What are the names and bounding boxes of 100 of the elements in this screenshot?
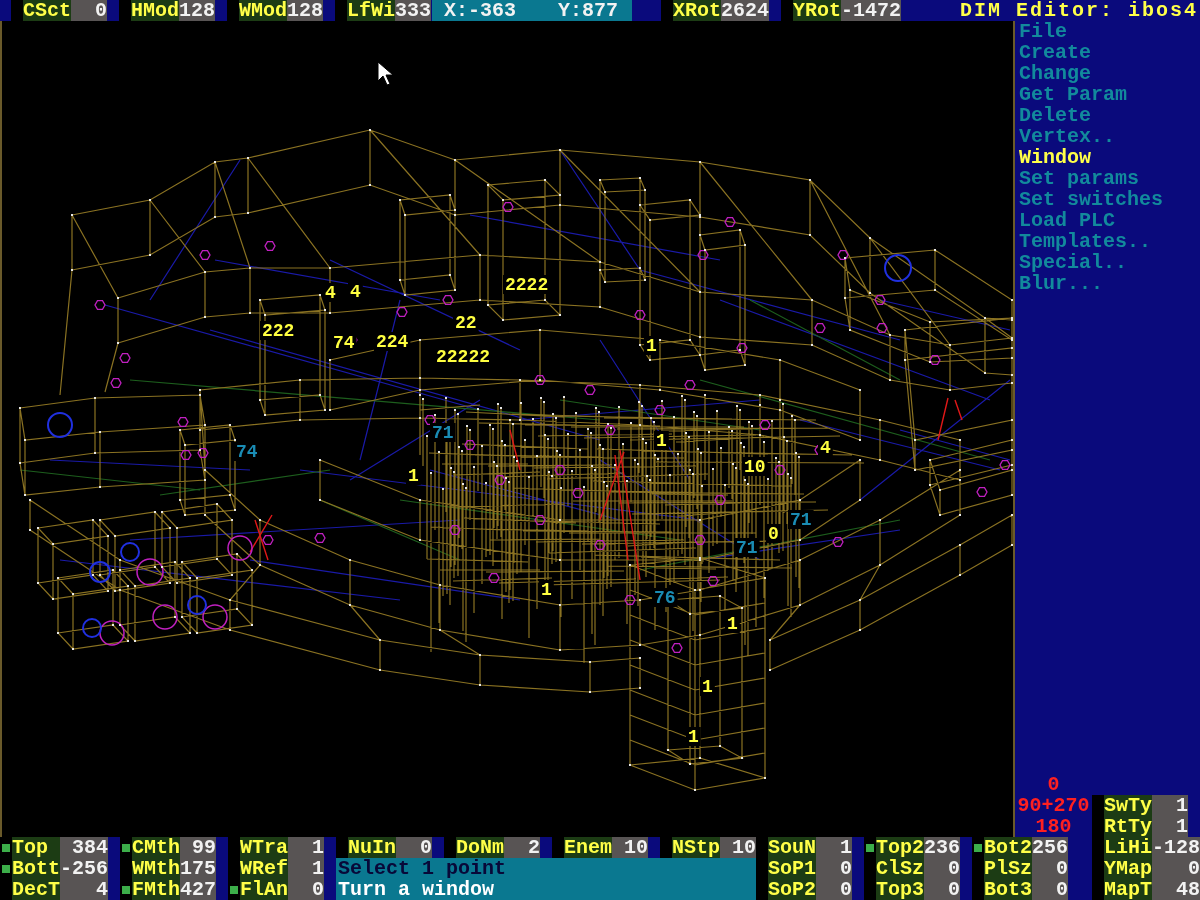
stat-value: 0 <box>1152 858 1200 879</box>
heading-label: 0 <box>1047 774 1060 795</box>
stat-label: YMap <box>1104 858 1152 879</box>
stat-label: CSct <box>23 0 71 21</box>
stat-value: 1 <box>1152 795 1188 816</box>
stat-label: LfWi <box>347 0 395 21</box>
stat-value: 0 <box>816 858 852 879</box>
cursor-icon <box>377 61 394 86</box>
sector-tag: 0 <box>768 524 779 544</box>
stat-label: WRef <box>240 858 288 879</box>
stat-label: FMth <box>132 879 180 900</box>
sector-tag: 71 <box>736 538 758 558</box>
stat-value: 427 <box>180 879 216 900</box>
stat-value: 0 <box>924 879 960 900</box>
menu-item[interactable]: Set params <box>1019 168 1140 189</box>
stat-value: 10 <box>720 837 756 858</box>
stat-value: 128 <box>287 0 323 21</box>
sector-tag: 1 <box>702 677 713 697</box>
stat-label: Bot2 <box>984 837 1032 858</box>
sector-tag: 71 <box>432 423 454 443</box>
stat-value: 0 <box>1032 879 1068 900</box>
menu-item[interactable]: File <box>1019 21 1067 42</box>
stat-label: CMth <box>132 837 180 858</box>
menu-item[interactable]: Vertex.. <box>1019 126 1115 147</box>
command-text: Turn a window <box>338 879 495 900</box>
stat-value: 333 <box>395 0 431 21</box>
menu-item[interactable]: Create <box>1019 42 1091 63</box>
stat-label: FlAn <box>240 879 288 900</box>
menu-item[interactable]: Set switches <box>1019 189 1164 210</box>
sector-tag: 10 <box>744 457 766 477</box>
stat-label: SoP2 <box>768 879 816 900</box>
x-coordinate: X:-363 <box>444 0 516 21</box>
stat-value: 48 <box>1152 879 1200 900</box>
stat-value: 175 <box>180 858 216 879</box>
sector-tag: 71 <box>790 510 812 530</box>
stat-value: 1 <box>288 858 324 879</box>
menu-item[interactable]: Get Param <box>1019 84 1128 105</box>
3d-viewport[interactable]: 4 4 2222 222 74 224 22 22222 1 1 1 10 4 0 1 1 1 1 74 71 71 71 76 <box>0 21 1015 837</box>
menu-item[interactable]: Delete <box>1019 105 1091 126</box>
stat-value: 1 <box>288 837 324 858</box>
stat-value: -128 <box>1152 837 1200 858</box>
sector-tag: 74 <box>236 442 258 462</box>
stat-label: SouN <box>768 837 816 858</box>
stat-value: 0 <box>924 858 960 879</box>
sector-tag: 224 <box>376 332 409 352</box>
sector-tag: 1 <box>688 727 699 747</box>
stat-label: SwTy <box>1104 795 1152 816</box>
stat-label: Top2 <box>876 837 924 858</box>
stat-value: 2 <box>504 837 540 858</box>
stat-value: 2624 <box>721 0 769 21</box>
sector-tag: 4 <box>350 282 361 302</box>
sector-tag: 4 <box>325 283 336 303</box>
stat-label: XRot <box>673 0 721 21</box>
heading-label: 90+270 <box>1017 795 1090 816</box>
stat-label: NStp <box>672 837 720 858</box>
stat-label: DoNm <box>456 837 504 858</box>
sector-tag: 22 <box>455 313 477 333</box>
stat-value: 256 <box>1032 837 1068 858</box>
stat-value: 128 <box>179 0 215 21</box>
menu-item[interactable]: Window <box>1019 147 1091 168</box>
stat-label: ClSz <box>876 858 924 879</box>
stat-label: NuIn <box>348 837 396 858</box>
stat-label: Enem <box>564 837 612 858</box>
stat-label: SoP1 <box>768 858 816 879</box>
sector-tag: 4 <box>820 438 831 458</box>
menu-item[interactable]: Blur... <box>1019 273 1103 294</box>
menu-item[interactable]: Load PLC <box>1019 210 1115 231</box>
editor-title: DIM Editor: ibos4 <box>959 0 1199 21</box>
sector-tag: 222 <box>262 321 295 341</box>
stat-value: 0 <box>71 0 107 21</box>
heading-label: 180 <box>1035 816 1072 837</box>
menu-item[interactable]: Templates.. <box>1019 231 1152 252</box>
stat-label: MapT <box>1104 879 1152 900</box>
stat-value: 4 <box>60 879 108 900</box>
sector-tag: 2222 <box>505 275 549 295</box>
stat-label: Bot3 <box>984 879 1032 900</box>
menu-item[interactable]: Special.. <box>1019 252 1128 273</box>
sector-tag: 22222 <box>436 347 490 367</box>
sector-tag: 1 <box>727 614 738 634</box>
stat-label: YRot <box>793 0 841 21</box>
stat-value: 1 <box>1152 816 1188 837</box>
sector-tag: 1 <box>656 431 667 451</box>
sector-tag: 1 <box>408 466 419 486</box>
stat-value: 0 <box>816 879 852 900</box>
stat-label: Top3 <box>876 879 924 900</box>
stat-label: LiHi <box>1104 837 1152 858</box>
sector-tag: 1 <box>646 336 657 356</box>
stat-value: -1472 <box>841 0 901 21</box>
stat-label: Bott <box>12 858 60 879</box>
stat-label: HMod <box>131 0 179 21</box>
menu-item[interactable]: Change <box>1019 63 1091 84</box>
stat-label: RtTy <box>1104 816 1152 837</box>
prompt-text: Select 1 point <box>338 858 507 879</box>
stat-value: 1 <box>816 837 852 858</box>
sector-tag: 76 <box>654 588 676 608</box>
sector-tag: 74 <box>333 333 355 353</box>
stat-value: 384 <box>60 837 108 858</box>
stat-value: 10 <box>612 837 648 858</box>
stat-label: PlSz <box>984 858 1032 879</box>
stat-value: 99 <box>180 837 216 858</box>
